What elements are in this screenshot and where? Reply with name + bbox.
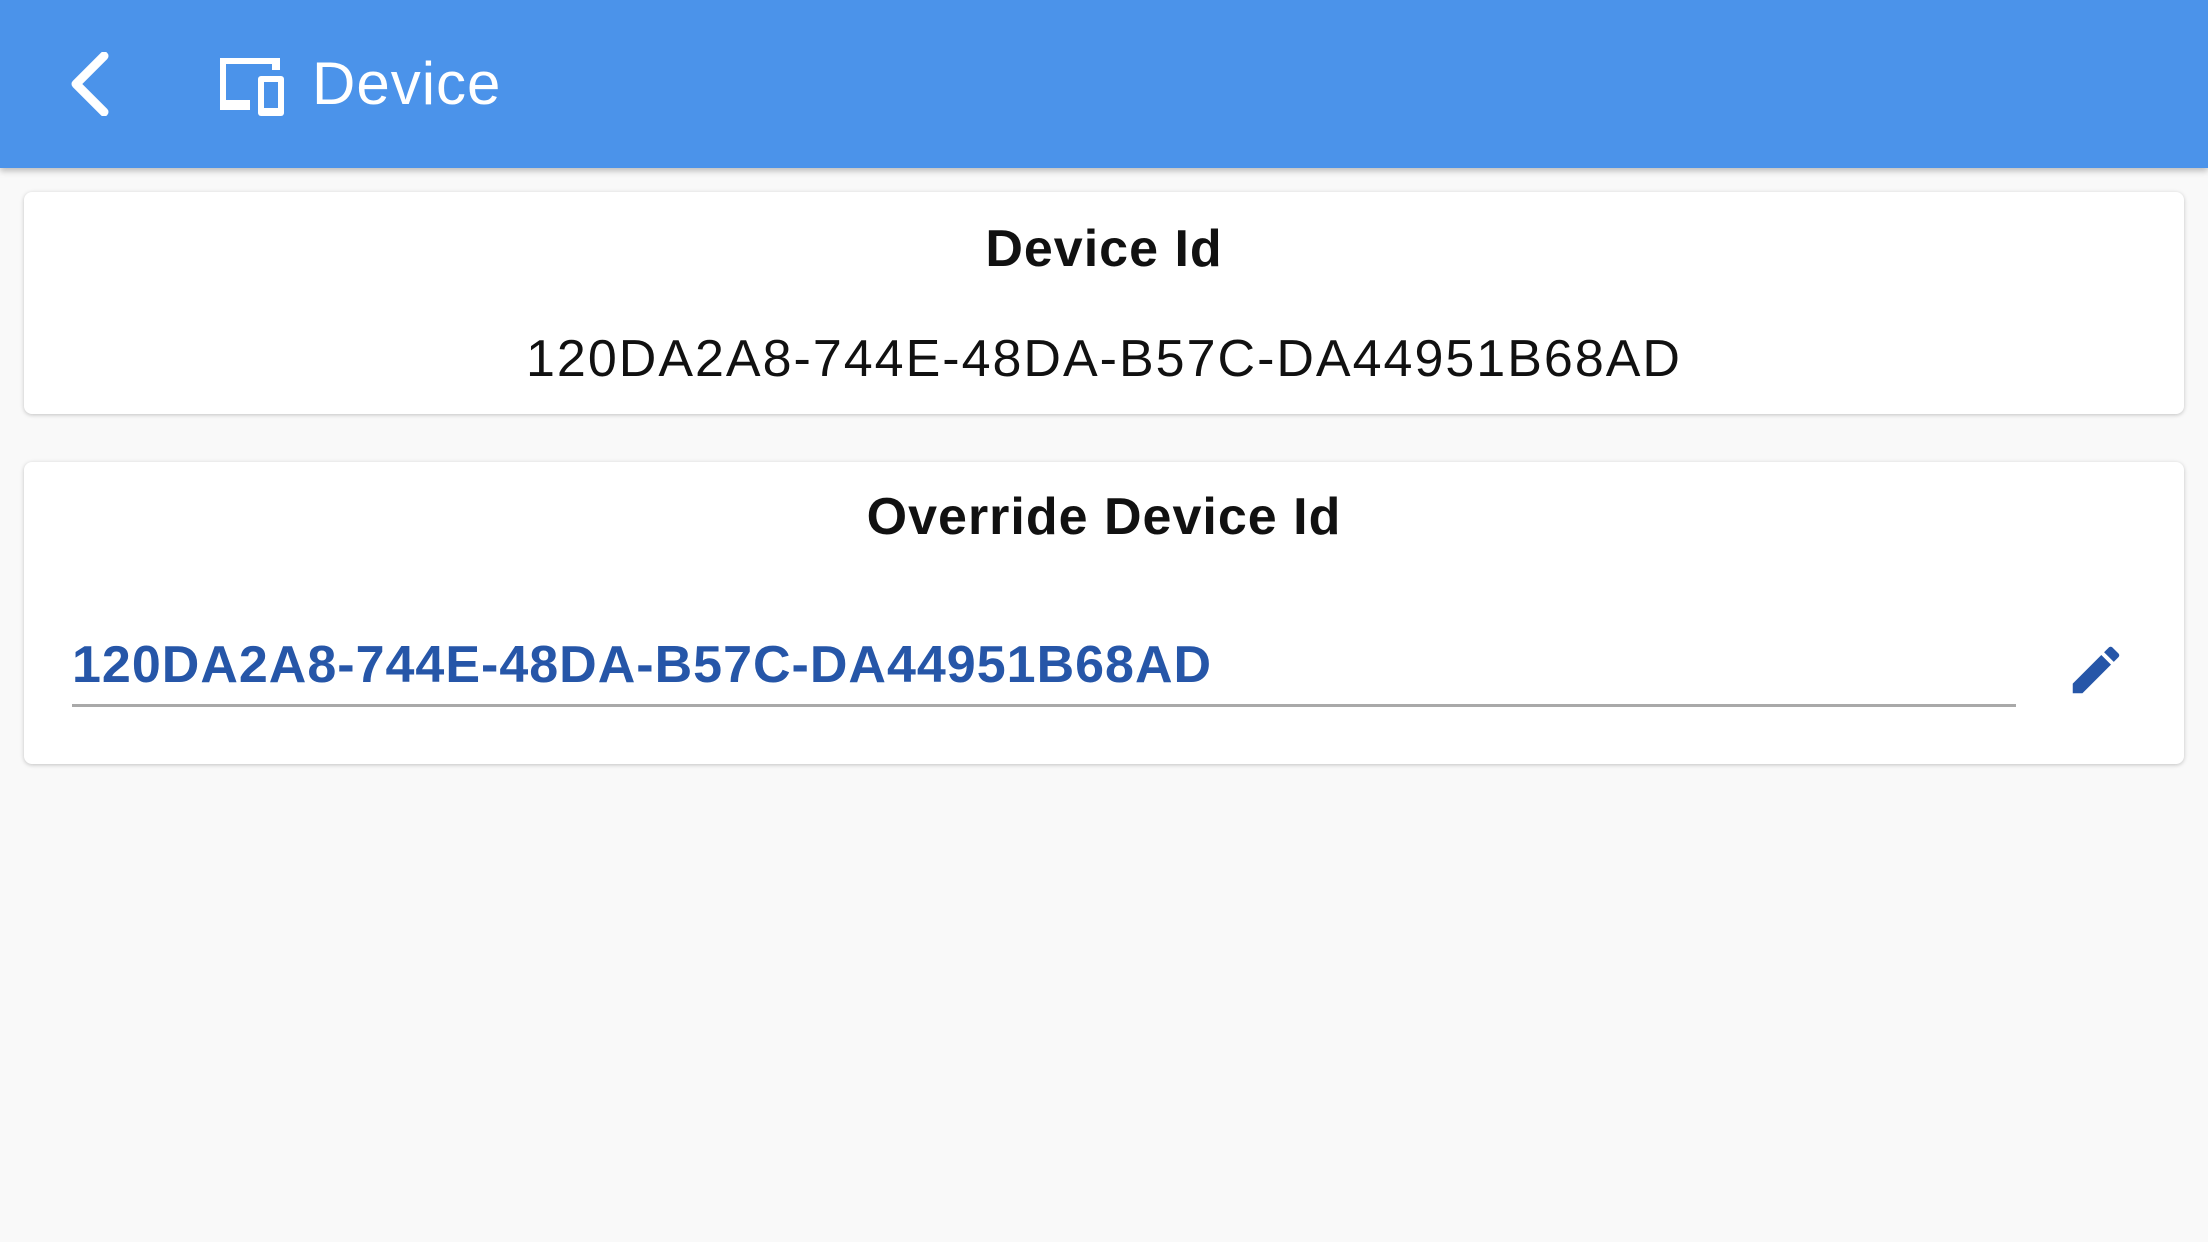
override-device-id-input[interactable]: [72, 630, 2016, 700]
override-device-id-field: [72, 630, 2016, 707]
device-id-heading: Device Id: [985, 220, 1223, 278]
back-button[interactable]: [50, 44, 130, 124]
override-device-id-card: Override Device Id: [24, 462, 2184, 764]
edit-button[interactable]: [2056, 630, 2136, 710]
device-id-value: 120DA2A8-744E-48DA-B57C-DA44951B68AD: [526, 330, 1682, 388]
pencil-icon: [2072, 646, 2120, 694]
page-title: Device: [312, 50, 502, 117]
device-id-card: Device Id 120DA2A8-744E-48DA-B57C-DA4495…: [24, 192, 2184, 414]
devices-icon: [220, 58, 284, 116]
app-bar: Device: [0, 0, 2208, 168]
override-device-id-heading: Override Device Id: [866, 488, 1342, 546]
chevron-left-icon: [71, 52, 109, 116]
